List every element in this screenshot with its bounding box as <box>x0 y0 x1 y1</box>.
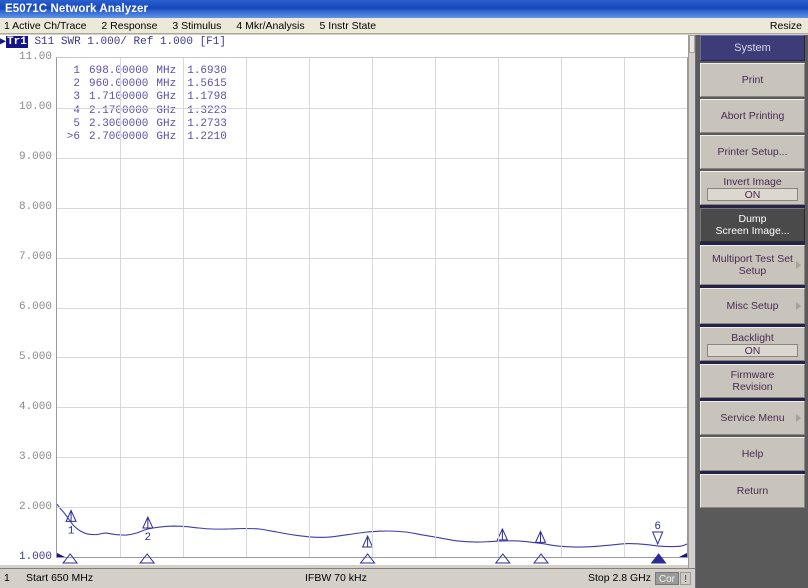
trace-marker-5[interactable] <box>536 531 546 542</box>
grid-line-horizontal <box>57 407 687 408</box>
softkey-service-menu[interactable]: Service Menu <box>700 401 805 435</box>
softkey-menu-title: System <box>700 35 805 61</box>
y-axis-tick-label: 3.000 <box>19 452 52 462</box>
status-start-frequency[interactable]: Start 650 MHz <box>26 569 93 588</box>
grid-line-vertical <box>498 58 499 557</box>
softkey-label: Printer Setup... <box>717 146 787 158</box>
trace-scale-per-div[interactable]: 1.000/ <box>87 36 127 48</box>
chevron-right-icon <box>796 302 801 310</box>
softkey-label: Help <box>742 448 764 460</box>
marker-label: 6 <box>654 521 661 533</box>
plot-grid: 1698.00000MHz1.69302960.00000MHz1.561531… <box>56 57 688 558</box>
menu-item-instr-state[interactable]: 5 Instr State <box>314 18 383 34</box>
y-axis-labels: 11.00 10.00 9.000 8.000 7.000 6.000 5.000 4.000… <box>0 49 56 565</box>
grid-line-vertical <box>624 58 625 557</box>
status-stop-frequency[interactable]: Stop 2.8 GHz <box>588 569 651 588</box>
axis-marker-row <box>56 552 688 568</box>
softkey-return[interactable]: Return <box>700 474 805 508</box>
softkey-panel: System Print Abort Printing Printer Setup..… <box>695 35 808 588</box>
y-axis-tick-label: 6.000 <box>19 302 52 312</box>
axis-marker-4[interactable] <box>496 554 510 563</box>
status-ifbw[interactable]: IFBW 70 kHz <box>305 569 367 588</box>
softkey-abort-printing[interactable]: Abort Printing <box>700 99 805 133</box>
softkey-label: Print <box>742 74 764 86</box>
y-axis-tick-label: 4.000 <box>19 402 52 412</box>
trace-marker-1[interactable]: 1 <box>66 510 76 537</box>
graph-area: 11.00 10.00 9.000 8.000 7.000 6.000 5.000 4.000… <box>0 49 695 565</box>
y-axis-tick-label: 9.000 <box>19 152 52 162</box>
softkey-multiport-test-set-setup[interactable]: Multiport Test Set Setup <box>700 245 805 285</box>
chevron-right-icon <box>796 414 801 422</box>
y-axis-tick-label: 11.00 <box>19 52 52 62</box>
softkey-firmware-revision[interactable]: Firmware Revision <box>700 364 805 398</box>
menu-item-active-ch-trace[interactable]: 1 Active Ch/Trace <box>0 18 92 34</box>
menu-bar: 1 Active Ch/Trace 2 Response 3 Stimulus … <box>0 18 808 34</box>
grid-line-horizontal <box>57 507 687 508</box>
softkey-help[interactable]: Help <box>700 437 805 471</box>
menu-item-mkr-analysis[interactable]: 4 Mkr/Analysis <box>230 18 310 34</box>
softkey-backlight[interactable]: BacklightON <box>700 327 805 361</box>
softkey-value[interactable]: ON <box>707 344 798 357</box>
softkey-print[interactable]: Print <box>700 63 805 97</box>
axis-marker-6[interactable] <box>652 554 666 563</box>
menu-item-stimulus[interactable]: 3 Stimulus <box>166 18 227 34</box>
graph-vertical-scrollbar[interactable] <box>688 35 695 568</box>
softkey-dump-screen-image[interactable]: Dump Screen Image... <box>700 208 805 242</box>
axis-marker-2[interactable] <box>140 554 154 563</box>
grid-line-vertical <box>435 58 436 557</box>
marker-label: 1 <box>68 525 75 537</box>
y-axis-tick-label: 8.000 <box>19 202 52 212</box>
trace-parameter[interactable]: S11 <box>34 36 54 48</box>
status-bar: 1 Start 650 MHz IFBW 70 kHz Stop 2.8 GHz… <box>0 568 695 588</box>
softkey-printer-setup[interactable]: Printer Setup... <box>700 135 805 169</box>
app-window: E5071C Network Analyzer 1 Active Ch/Trac… <box>0 0 808 588</box>
softkey-label: Multiport Test Set Setup <box>712 253 793 277</box>
trace-name-badge[interactable]: Tr1 <box>6 36 28 48</box>
y-axis-tick-label: 7.000 <box>19 252 52 262</box>
trace-marker-6[interactable]: 6 <box>653 521 663 544</box>
marker-label: 2 <box>145 532 152 544</box>
status-channel-number: 1 <box>4 569 10 588</box>
status-correction-badge: Cor <box>655 572 679 585</box>
grid-line-horizontal <box>57 357 687 358</box>
trace-ref-label: Ref <box>134 36 154 48</box>
axis-marker-3[interactable] <box>361 554 375 563</box>
softkey-label: Dump Screen Image... <box>715 213 789 237</box>
status-flag-badge: ! <box>680 572 691 585</box>
trace-format[interactable]: SWR <box>61 36 81 48</box>
softkey-label: Abort Printing <box>721 110 785 122</box>
axis-marker-5[interactable] <box>534 554 548 563</box>
menu-item-response[interactable]: 2 Response <box>95 18 163 34</box>
softkey-label: Return <box>737 485 769 497</box>
trace-channel-ref: [F1] <box>200 36 226 48</box>
window-title: E5071C Network Analyzer <box>5 3 148 15</box>
softkey-invert-image[interactable]: Invert ImageON <box>700 171 805 205</box>
softkey-label: Misc Setup <box>727 300 779 312</box>
axis-marker-1[interactable] <box>63 554 77 563</box>
softkey-menu-title-label: System <box>734 42 771 54</box>
trace-status-line: ▶Tr1 S11 SWR 1.000/ Ref 1.000 [F1] <box>0 35 695 49</box>
window-titlebar: E5071C Network Analyzer <box>0 0 808 18</box>
y-axis-tick-label: 5.000 <box>19 352 52 362</box>
marker-triangle-icon <box>653 532 663 544</box>
softkey-label: Service Menu <box>720 412 784 424</box>
grid-line-vertical <box>561 58 562 557</box>
softkey-value[interactable]: ON <box>707 188 798 201</box>
softkey-misc-setup[interactable]: Misc Setup <box>700 288 805 324</box>
grid-line-vertical <box>372 58 373 557</box>
y-axis-tick-label: 2.000 <box>19 502 52 512</box>
y-axis-tick-label: 10.00 <box>19 102 52 112</box>
y-axis-tick-label: 1.000 <box>19 552 52 562</box>
trace-ref-value[interactable]: 1.000 <box>160 36 193 48</box>
softkey-label: Firmware Revision <box>731 369 775 393</box>
chevron-right-icon <box>796 261 801 269</box>
resize-button[interactable]: Resize <box>770 18 802 34</box>
grid-line-horizontal <box>57 457 687 458</box>
